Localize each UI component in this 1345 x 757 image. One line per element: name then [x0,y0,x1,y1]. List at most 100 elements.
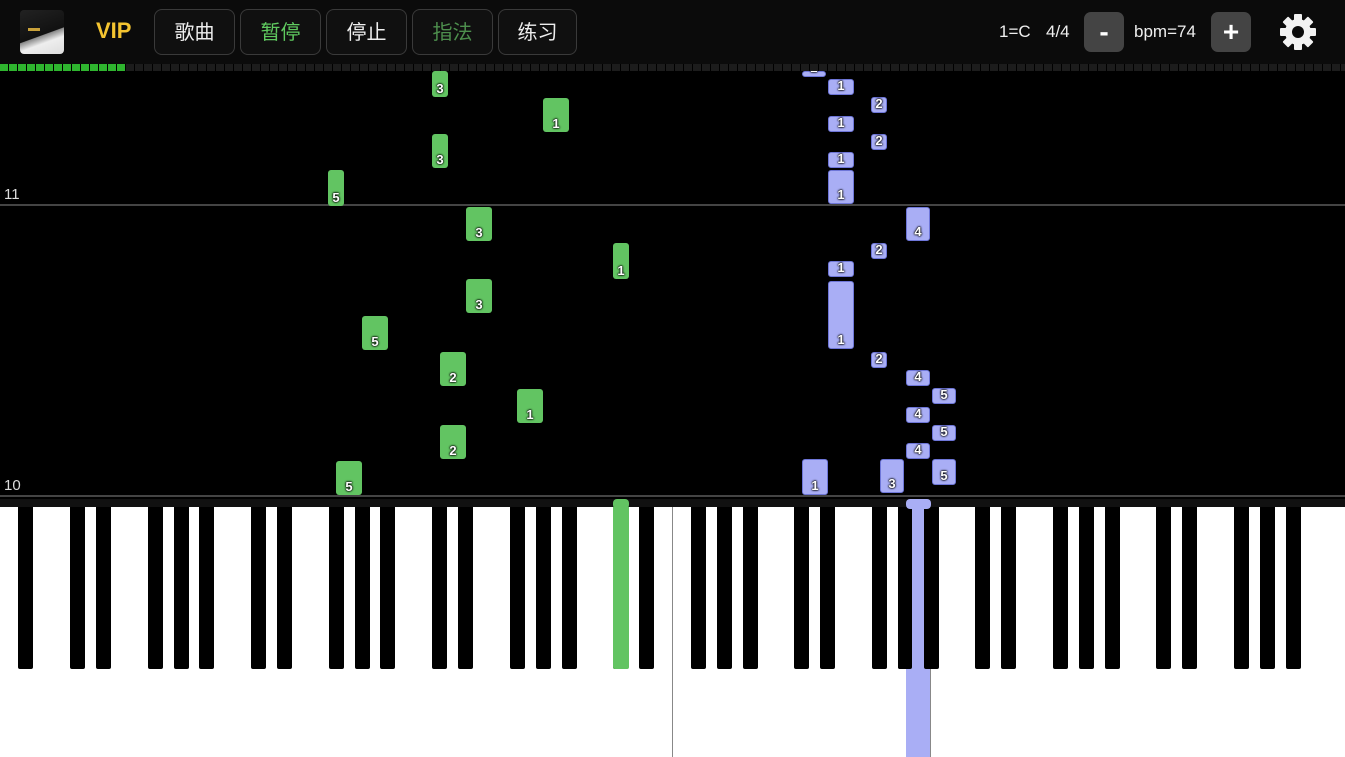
black-key[interactable] [924,507,938,669]
finger-number: 2 [875,351,883,366]
black-key[interactable] [173,507,189,669]
right-hand-key-indicator [906,499,931,509]
progress-ticks [0,64,1345,71]
black-key[interactable] [820,507,836,669]
left-hand-note: 5 [328,170,344,206]
key-signature: 1=C [999,22,1031,41]
finger-number: 1 [837,78,845,93]
black-key[interactable] [458,507,474,669]
black-key[interactable] [1259,507,1275,669]
finger-number: 3 [436,152,444,167]
finger-number: 2 [875,96,883,111]
black-key[interactable] [354,507,370,669]
finger-number: 2 [449,370,457,385]
pressed-key-left-hand[interactable] [613,507,629,669]
right-hand-note: 3 [880,459,904,493]
piano-keyboard[interactable] [0,499,1345,757]
left-hand-note: 1 [613,243,629,279]
measure-number: 10 [4,477,21,494]
top-toolbar: VIP 歌曲 暂停 停止 指法 练习 1=C 4/4 - bpm=74 + [0,0,1345,64]
black-key[interactable] [975,507,991,669]
right-hand-note: 5 [932,459,956,485]
finger-number: 5 [371,334,379,349]
finger-number: 3 [475,297,483,312]
black-key[interactable] [871,507,887,669]
finger-number: 3 [475,225,483,240]
finger-number: 1 [837,332,845,347]
finger-number: 2 [875,242,883,257]
black-key[interactable] [1182,507,1198,669]
left-hand-note: 3 [466,279,492,313]
left-hand-note: 1 [517,389,543,423]
black-key[interactable] [690,507,706,669]
black-key[interactable] [742,507,758,669]
finger-number: 1 [837,151,845,166]
right-hand-note: 2 [871,96,887,113]
finger-number: 1 [811,478,819,493]
black-key[interactable] [509,507,525,669]
black-key[interactable] [95,507,111,669]
black-key[interactable] [1001,507,1017,669]
right-hand-note: 1 [828,78,854,95]
right-hand-note: 1 [828,151,854,168]
black-key[interactable] [380,507,396,669]
finger-number: 5 [345,479,353,494]
right-hand-note: 1 [828,115,854,132]
vip-button[interactable]: VIP [96,18,131,44]
black-key[interactable] [794,507,810,669]
left-hand-note: 3 [432,71,448,97]
black-key[interactable] [561,507,577,669]
gear-icon[interactable] [1276,10,1320,54]
black-key[interactable] [535,507,551,669]
pause-button[interactable]: 暂停 [240,9,321,55]
right-hand-note: 4 [906,369,930,386]
right-hand-note: 5 [932,424,956,441]
song-cover-thumbnail[interactable] [20,10,64,54]
cover-logo-mark [28,28,40,31]
right-hand-note: 4 [906,406,930,423]
finger-number: 4 [914,442,922,457]
black-key[interactable] [639,507,655,669]
stop-button[interactable]: 停止 [326,9,407,55]
left-hand-note: 1 [543,98,569,132]
black-key[interactable] [277,507,293,669]
finger-number: 1 [552,116,560,131]
song-progress-bar[interactable] [0,64,1345,71]
tempo-increase-button[interactable]: + [1211,12,1251,52]
black-key[interactable] [898,507,912,669]
finger-number: 5 [940,387,948,402]
black-key[interactable] [716,507,732,669]
black-key[interactable] [432,507,448,669]
finger-number: 1 [837,115,845,130]
time-signature: 4/4 [1046,22,1070,41]
white-key[interactable] [1319,507,1345,757]
black-key[interactable] [1156,507,1172,669]
right-hand-note: 1 [802,459,828,495]
tempo-decrease-button[interactable]: - [1084,12,1124,52]
fingering-button[interactable]: 指法 [412,9,493,55]
right-hand-note: 1 [828,170,854,204]
finger-number: 2 [803,71,825,75]
black-key[interactable] [147,507,163,669]
black-key[interactable] [18,507,34,669]
finger-number: 1 [526,407,534,422]
black-key[interactable] [1078,507,1094,669]
songs-button[interactable]: 歌曲 [154,9,235,55]
black-key[interactable] [1052,507,1068,669]
black-key[interactable] [1104,507,1120,669]
black-key[interactable] [251,507,267,669]
black-key[interactable] [1234,507,1250,669]
black-key[interactable] [1285,507,1301,669]
measure-line [0,204,1345,206]
practice-button[interactable]: 练习 [498,9,577,55]
black-key[interactable] [70,507,86,669]
finger-number: 4 [914,224,922,239]
left-hand-note: 5 [336,461,362,495]
left-hand-note: 3 [432,134,448,168]
black-key[interactable] [328,507,344,669]
left-hand-note: 2 [440,352,466,386]
finger-number: 3 [888,476,896,491]
finger-number: 4 [914,406,922,421]
black-key[interactable] [199,507,215,669]
measure-number: 11 [4,186,20,203]
